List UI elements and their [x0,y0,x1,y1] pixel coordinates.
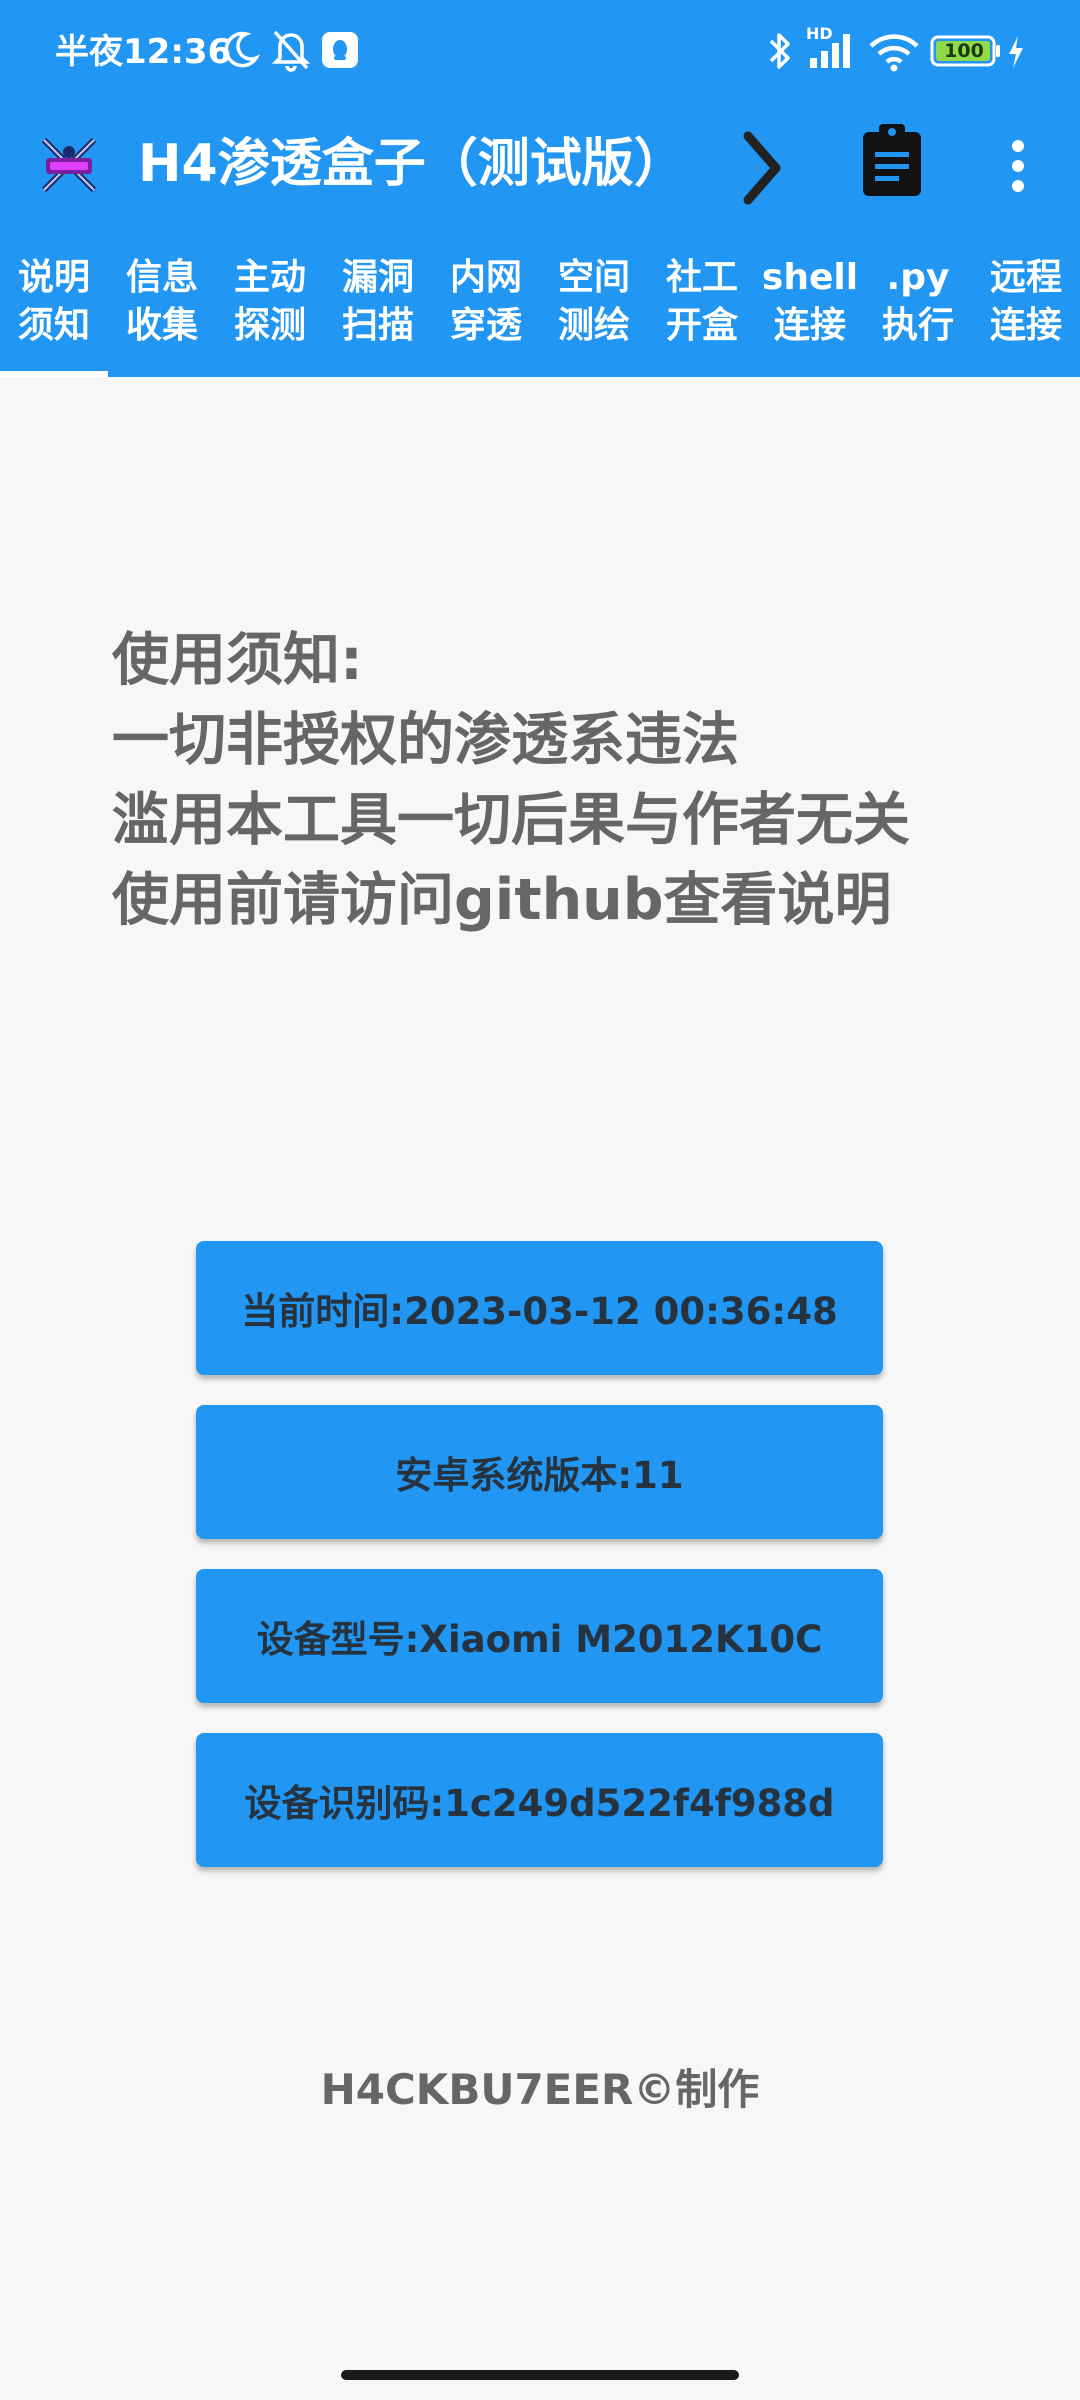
tab-usage-notice[interactable]: 说明 须知 [0,254,108,364]
clipboard-icon[interactable] [859,122,925,204]
qq-notification-icon [322,32,358,72]
network-badge: HD [806,24,833,43]
android-version-button[interactable]: 安卓系统版本:11 [196,1405,883,1539]
moon-icon [220,30,261,74]
tab-indicator [0,371,108,377]
device-model-button[interactable]: 设备型号:Xiaomi M2012K10C [196,1569,883,1703]
wifi-icon [868,32,920,76]
tab-intranet-tunnel[interactable]: 内网 穿透 [432,254,540,364]
home-indicator[interactable] [341,2370,739,2380]
tab-info-gathering[interactable]: 信息 收集 [108,254,216,364]
app-logo-icon [38,134,100,196]
bluetooth-icon [766,30,794,76]
battery-level: 100 [944,40,984,62]
bell-off-icon [270,28,312,76]
more-vert-icon[interactable] [1010,138,1026,198]
tab-vuln-scan[interactable]: 漏洞 扫描 [324,254,432,364]
current-time-button[interactable]: 当前时间:2023-03-12 00:36:48 [196,1241,883,1375]
status-time: 半夜12:36 [55,32,232,72]
tab-py-execute[interactable]: .py 执行 [864,254,972,364]
usage-notice: 使用须知: 一切非授权的渗透系违法 滥用本工具一切后果与作者无关 使用前请访问g… [112,620,1012,940]
app-bar: H4渗透盒子（测试版） [0,104,1080,244]
notice-line: 一切非授权的渗透系违法 [112,707,739,773]
tab-bar: 说明 须知 信息 收集 主动 探测 漏洞 扫描 内网 穿透 空间 测绘 社工 开… [0,244,1080,377]
notice-line: 滥用本工具一切后果与作者无关 [112,787,910,853]
tab-social-engineering[interactable]: 社工 开盒 [648,254,756,364]
charging-icon [1006,34,1026,74]
tab-remote-connect[interactable]: 远程 连接 [972,254,1080,364]
status-bar: 半夜12:36 HD 100 [0,0,1080,104]
tab-shell-connect[interactable]: shell 连接 [756,254,864,364]
tab-cyberspace-mapping[interactable]: 空间 测绘 [540,254,648,364]
app-title: H4渗透盒子（测试版） [138,134,686,194]
device-id-button[interactable]: 设备识别码:1c249d522f4f988d [196,1733,883,1867]
tab-active-probe[interactable]: 主动 探测 [216,254,324,364]
chevron-right-icon[interactable] [738,128,786,212]
notice-heading: 使用须知: [112,627,363,693]
author-credit: H4CKBU7EER©制作 [320,2065,760,2114]
notice-line: 使用前请访问github查看说明 [112,867,892,933]
